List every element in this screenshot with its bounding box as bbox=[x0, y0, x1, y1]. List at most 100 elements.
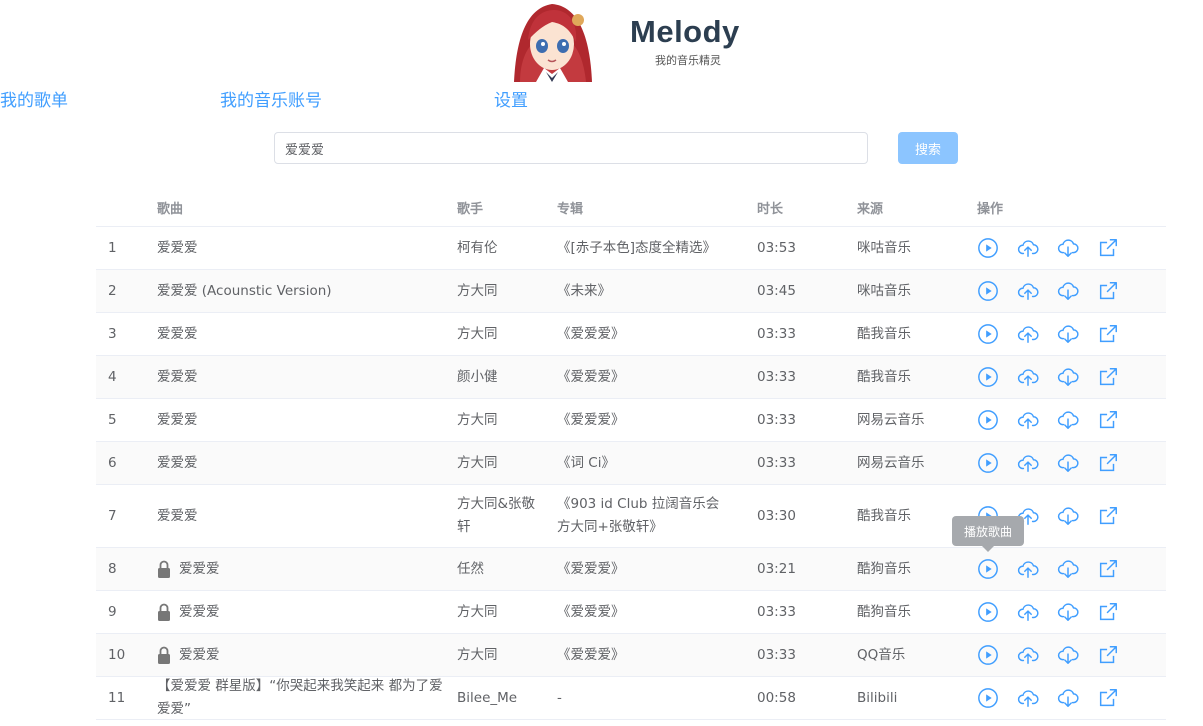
play-button[interactable] bbox=[977, 644, 999, 666]
open-external-button[interactable] bbox=[1097, 644, 1119, 666]
download-button[interactable] bbox=[1057, 323, 1079, 345]
play-circle-icon bbox=[977, 452, 999, 474]
nav-my-music-account[interactable]: 我的音乐账号 bbox=[220, 86, 322, 111]
external-link-icon bbox=[1097, 237, 1119, 259]
cloud-upload-icon bbox=[1017, 558, 1039, 580]
play-circle-icon bbox=[977, 601, 999, 623]
upload-button[interactable] bbox=[1017, 409, 1039, 431]
play-button[interactable] bbox=[977, 366, 999, 388]
open-external-button[interactable] bbox=[1097, 601, 1119, 623]
play-button[interactable] bbox=[977, 280, 999, 302]
upload-button[interactable] bbox=[1017, 452, 1039, 474]
upload-button[interactable] bbox=[1017, 687, 1039, 709]
download-button[interactable] bbox=[1057, 366, 1079, 388]
open-external-button[interactable] bbox=[1097, 409, 1119, 431]
song-table: 歌曲 歌手 专辑 时长 来源 操作 1 爱爱爱 柯有伦 《[赤子本色]态度全精选》 03… bbox=[96, 184, 1166, 720]
singer-cell: Bilee_Me bbox=[457, 689, 518, 706]
open-external-button[interactable] bbox=[1097, 452, 1119, 474]
cloud-upload-icon bbox=[1017, 237, 1039, 259]
download-button[interactable] bbox=[1057, 601, 1079, 623]
upload-button[interactable] bbox=[1017, 366, 1039, 388]
upload-button[interactable] bbox=[1017, 644, 1039, 666]
actions-cell bbox=[977, 442, 1157, 484]
song-title: 爱爱爱 bbox=[157, 368, 198, 385]
upload-button[interactable] bbox=[1017, 601, 1039, 623]
album-cell: 《爱爱爱》 bbox=[557, 325, 625, 342]
upload-button[interactable] bbox=[1017, 237, 1039, 259]
nav-settings[interactable]: 设置 bbox=[494, 86, 528, 111]
play-button[interactable] bbox=[977, 409, 999, 431]
singer-cell: 颜小健 bbox=[457, 368, 498, 385]
duration-cell: 03:33 bbox=[757, 646, 796, 663]
source-cell: 网易云音乐 bbox=[857, 454, 925, 471]
singer-cell: 方大同 bbox=[457, 325, 498, 342]
upload-button[interactable] bbox=[1017, 323, 1039, 345]
download-button[interactable] bbox=[1057, 687, 1079, 709]
upload-button[interactable] bbox=[1017, 558, 1039, 580]
cloud-download-icon bbox=[1057, 452, 1079, 474]
singer-cell: 方大同 bbox=[457, 411, 498, 428]
download-button[interactable] bbox=[1057, 452, 1079, 474]
cloud-download-icon bbox=[1057, 366, 1079, 388]
download-button[interactable] bbox=[1057, 409, 1079, 431]
header-source: 来源 bbox=[857, 202, 884, 217]
song-title: 爱爱爱 bbox=[179, 560, 220, 577]
actions-cell bbox=[977, 356, 1157, 398]
song-title: 爱爱爱 bbox=[179, 646, 220, 663]
song-cell: 爱爱爱 bbox=[157, 399, 447, 441]
play-button[interactable] bbox=[977, 323, 999, 345]
cloud-upload-icon bbox=[1017, 280, 1039, 302]
download-button[interactable] bbox=[1057, 505, 1079, 527]
search-input[interactable] bbox=[274, 132, 868, 164]
lock-icon bbox=[157, 560, 171, 578]
download-button[interactable] bbox=[1057, 644, 1079, 666]
play-button[interactable] bbox=[977, 237, 999, 259]
open-external-button[interactable] bbox=[1097, 323, 1119, 345]
song-title: 爱爱爱 bbox=[179, 603, 220, 620]
open-external-button[interactable] bbox=[1097, 687, 1119, 709]
duration-cell: 03:45 bbox=[757, 282, 796, 299]
song-title: 【爱爱爱 群星版】“你哭起来我笑起来 都为了爱爱爱” bbox=[157, 678, 443, 717]
nav-my-playlists[interactable]: 我的歌单 bbox=[0, 86, 68, 111]
row-index: 7 bbox=[108, 507, 117, 524]
open-external-button[interactable] bbox=[1097, 237, 1119, 259]
search-button[interactable]: 搜索 bbox=[898, 132, 958, 164]
play-button[interactable] bbox=[977, 687, 999, 709]
duration-cell: 03:33 bbox=[757, 411, 796, 428]
singer-cell: 方大同&张敬轩 bbox=[457, 496, 536, 535]
open-external-button[interactable] bbox=[1097, 280, 1119, 302]
duration-cell: 03:33 bbox=[757, 368, 796, 385]
play-button[interactable] bbox=[977, 452, 999, 474]
source-cell: 酷狗音乐 bbox=[857, 603, 911, 620]
external-link-icon bbox=[1097, 366, 1119, 388]
open-external-button[interactable] bbox=[1097, 505, 1119, 527]
duration-cell: 03:33 bbox=[757, 603, 796, 620]
album-cell: - bbox=[557, 689, 562, 706]
cloud-download-icon bbox=[1057, 505, 1079, 527]
duration-cell: 03:33 bbox=[757, 325, 796, 342]
song-cell: 爱爱爱 (Acounstic Version) bbox=[157, 270, 447, 312]
play-button[interactable] bbox=[977, 601, 999, 623]
row-index: 10 bbox=[108, 646, 126, 663]
song-cell: 爱爱爱 bbox=[157, 485, 447, 547]
album-cell: 《爱爱爱》 bbox=[557, 603, 625, 620]
download-button[interactable] bbox=[1057, 280, 1079, 302]
table-row: 6 爱爱爱 方大同 《词 Ci》 03:33 网易云音乐 bbox=[96, 442, 1166, 485]
actions-cell bbox=[977, 677, 1157, 719]
play-circle-icon bbox=[977, 644, 999, 666]
play-button[interactable] bbox=[977, 558, 999, 580]
open-external-button[interactable] bbox=[1097, 558, 1119, 580]
download-button[interactable] bbox=[1057, 237, 1079, 259]
table-row: 11 【爱爱爱 群星版】“你哭起来我笑起来 都为了爱爱爱” Bilee_Me - 00:… bbox=[96, 677, 1166, 720]
download-button[interactable] bbox=[1057, 558, 1079, 580]
source-cell: 咪咕音乐 bbox=[857, 239, 911, 256]
external-link-icon bbox=[1097, 409, 1119, 431]
lock-icon bbox=[157, 646, 171, 664]
row-index: 5 bbox=[108, 411, 117, 428]
play-circle-icon bbox=[977, 558, 999, 580]
open-external-button[interactable] bbox=[1097, 366, 1119, 388]
upload-button[interactable] bbox=[1017, 280, 1039, 302]
source-cell: Bilibili bbox=[857, 689, 898, 706]
cloud-download-icon bbox=[1057, 409, 1079, 431]
duration-cell: 00:58 bbox=[757, 689, 796, 706]
